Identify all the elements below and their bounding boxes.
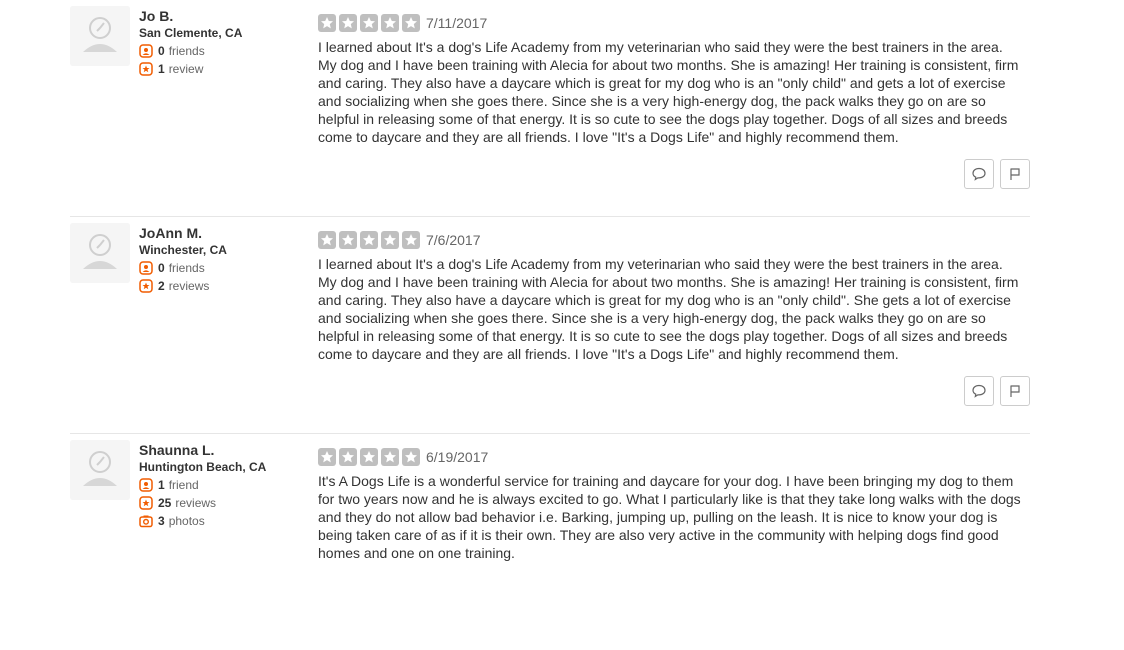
comment-icon <box>972 167 986 181</box>
reviews-stat: 25 reviews <box>139 494 309 512</box>
user-location: Winchester, CA <box>139 243 227 257</box>
star-icon <box>381 231 399 249</box>
star-icon <box>339 14 357 32</box>
friends-label: friends <box>168 44 205 58</box>
review-star-icon <box>139 62 153 76</box>
review-item: JoAnn M. Winchester, CA 0 friends 2 revi… <box>70 217 1030 434</box>
rating-line: 6/19/2017 <box>318 447 1030 467</box>
review-item: Shaunna L. Huntington Beach, CA 1 friend… <box>70 434 1030 650</box>
review-text: I learned about It's a dog's Life Academ… <box>318 39 1019 145</box>
default-user-avatar-icon <box>70 440 130 500</box>
friends-count: 0 <box>158 261 165 275</box>
friends-stat: 0 friends <box>139 259 309 277</box>
star-icon <box>360 231 378 249</box>
star-icon <box>402 448 420 466</box>
review-star-icon <box>139 496 153 510</box>
review-actions <box>958 376 1030 406</box>
photos-stat: 3 photos <box>139 512 309 530</box>
reviews-stat: 2 reviews <box>139 277 309 295</box>
flag-button[interactable] <box>1000 159 1030 189</box>
star-icon <box>402 14 420 32</box>
reviews-label: review <box>168 62 204 76</box>
review-body: 6/19/2017 It's A Dogs Life is a wonderfu… <box>318 447 1030 562</box>
rating-line: 7/11/2017 <box>318 13 1030 33</box>
review-star-icon <box>139 279 153 293</box>
star-icon <box>318 14 336 32</box>
user-location: Huntington Beach, CA <box>139 460 267 474</box>
review-body: 7/6/2017 I learned about It's a dog's Li… <box>318 230 1030 363</box>
reviews-count: 25 <box>158 496 172 510</box>
flag-icon <box>1010 168 1020 180</box>
camera-icon <box>139 514 153 528</box>
star-rating <box>318 448 423 466</box>
user-location: San Clemente, CA <box>139 26 243 40</box>
photos-label: photos <box>168 514 205 528</box>
friends-stat: 0 friends <box>139 42 309 60</box>
reviews-count: 1 <box>158 62 165 76</box>
reviews-count: 2 <box>158 279 165 293</box>
reviews-list: Jo B. San Clemente, CA 0 friends 1 revie… <box>70 0 1030 650</box>
star-rating <box>318 231 423 249</box>
review-body: 7/11/2017 I learned about It's a dog's L… <box>318 13 1030 146</box>
friends-count: 0 <box>158 44 165 58</box>
review-date: 7/6/2017 <box>426 232 481 248</box>
user-avatar[interactable] <box>70 440 130 500</box>
friends-icon <box>139 478 153 492</box>
user-info: JoAnn M. Winchester, CA 0 friends 2 revi… <box>139 224 309 295</box>
star-icon <box>360 14 378 32</box>
default-user-avatar-icon <box>70 223 130 283</box>
friends-label: friend <box>168 478 199 492</box>
reviews-label: reviews <box>168 279 210 293</box>
review-date: 7/11/2017 <box>426 15 488 31</box>
flag-icon <box>1010 385 1020 397</box>
star-icon <box>318 231 336 249</box>
star-icon <box>402 231 420 249</box>
review-item: Jo B. San Clemente, CA 0 friends 1 revie… <box>70 0 1030 217</box>
review-text: I learned about It's a dog's Life Academ… <box>318 256 1019 362</box>
user-name-link[interactable]: JoAnn M. <box>139 224 309 242</box>
review-date: 6/19/2017 <box>426 449 489 465</box>
flag-button[interactable] <box>1000 376 1030 406</box>
user-avatar[interactable] <box>70 223 130 283</box>
reviews-stat: 1 review <box>139 60 309 78</box>
friends-label: friends <box>168 261 205 275</box>
user-name-link[interactable]: Shaunna L. <box>139 441 309 459</box>
star-icon <box>339 231 357 249</box>
default-user-avatar-icon <box>70 6 130 66</box>
comment-icon <box>972 384 986 398</box>
comment-button[interactable] <box>964 159 994 189</box>
user-avatar[interactable] <box>70 6 130 66</box>
review-text: It's A Dogs Life is a wonderful service … <box>318 473 1021 561</box>
comment-button[interactable] <box>964 376 994 406</box>
rating-line: 7/6/2017 <box>318 230 1030 250</box>
user-info: Shaunna L. Huntington Beach, CA 1 friend… <box>139 441 309 530</box>
star-icon <box>381 448 399 466</box>
star-icon <box>360 448 378 466</box>
review-actions <box>958 159 1030 189</box>
friends-count: 1 <box>158 478 165 492</box>
reviews-label: reviews <box>175 496 217 510</box>
star-icon <box>381 14 399 32</box>
friends-icon <box>139 44 153 58</box>
user-info: Jo B. San Clemente, CA 0 friends 1 revie… <box>139 7 309 78</box>
friends-icon <box>139 261 153 275</box>
user-name-link[interactable]: Jo B. <box>139 7 309 25</box>
star-rating <box>318 14 423 32</box>
friends-stat: 1 friend <box>139 476 309 494</box>
photos-count: 3 <box>158 514 165 528</box>
star-icon <box>318 448 336 466</box>
star-icon <box>339 448 357 466</box>
